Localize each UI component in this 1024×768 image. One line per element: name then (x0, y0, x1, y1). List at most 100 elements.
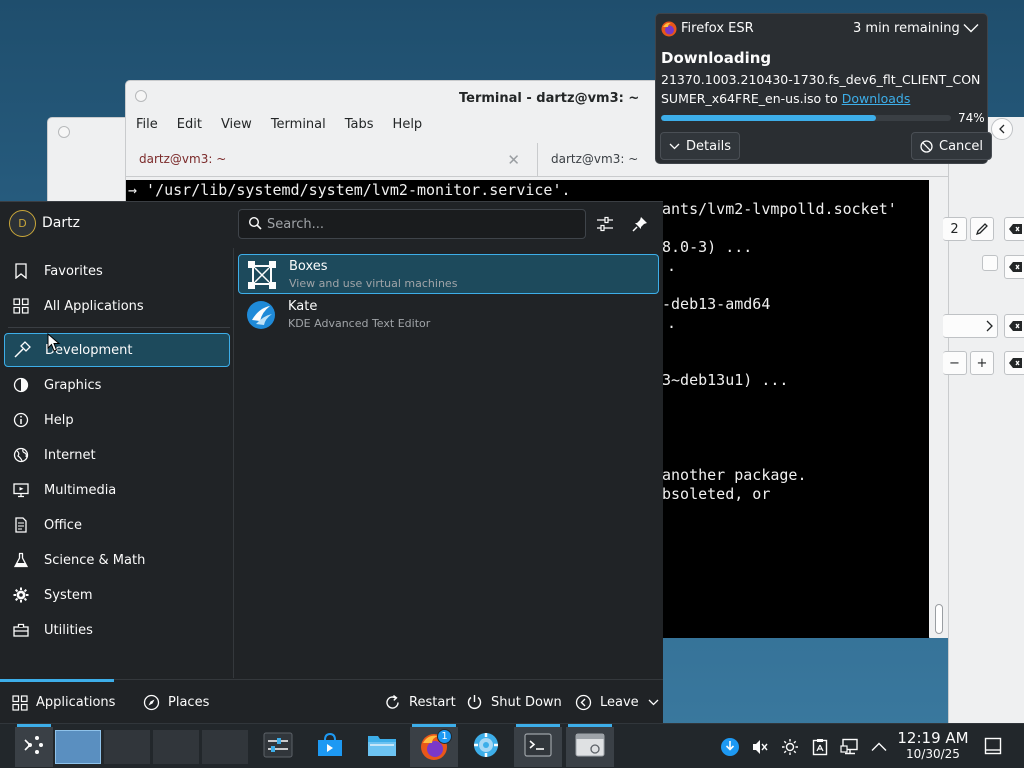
category-utilities[interactable]: Utilities (4, 613, 230, 647)
task-terminal[interactable] (514, 724, 562, 767)
downloads-link[interactable]: Downloads (842, 91, 911, 106)
menu-file[interactable]: File (126, 117, 167, 139)
terminal-scrollbar[interactable] (930, 180, 948, 638)
checkbox[interactable] (982, 255, 998, 271)
menu-tabs[interactable]: Tabs (335, 117, 383, 139)
settings-window[interactable]: 2 − + (943, 117, 1024, 723)
app-description: View and use virtual machines (289, 277, 458, 290)
category-internet[interactable]: Internet (4, 438, 230, 472)
pin-icon[interactable] (628, 212, 652, 236)
category-label: Help (44, 412, 74, 428)
task-system-settings[interactable] (466, 727, 506, 767)
category-label: All Applications (44, 298, 144, 314)
category-system[interactable]: System (4, 578, 230, 612)
category-divider (8, 327, 230, 328)
volume-muted-icon[interactable] (749, 736, 771, 758)
category-graphics[interactable]: Graphics (4, 368, 230, 402)
menu-terminal[interactable]: Terminal (261, 117, 335, 139)
shutdown-label: Shut Down (491, 695, 562, 710)
tab-applications[interactable]: Applications (0, 679, 116, 725)
desktop-3[interactable] (153, 730, 199, 764)
configure-icon[interactable] (593, 212, 617, 236)
category-favorites[interactable]: Favorites (4, 254, 230, 288)
task-firefox[interactable]: 1 (410, 724, 458, 767)
system-settings-icon (263, 732, 293, 762)
menu-help[interactable]: Help (383, 117, 432, 139)
mouse-cursor (47, 332, 61, 353)
restart-button[interactable]: Restart (384, 680, 456, 725)
search-input[interactable] (267, 214, 577, 234)
category-office[interactable]: Office (4, 508, 230, 542)
shutdown-button[interactable]: Shut Down (466, 680, 562, 725)
discover-icon (316, 732, 344, 762)
window-menu-button[interactable] (58, 126, 70, 138)
terminal-line: bsoleted, or (662, 485, 771, 503)
clear-icon[interactable] (1004, 217, 1024, 241)
menu-edit[interactable]: Edit (167, 117, 211, 139)
updates-icon[interactable] (719, 736, 741, 758)
details-button[interactable]: Details (660, 132, 741, 160)
clipboard-icon[interactable] (809, 736, 831, 758)
pencil-icon[interactable] (970, 217, 994, 241)
cancel-button[interactable]: Cancel (911, 132, 993, 160)
terminal-line: 8.0-3) ... (662, 238, 753, 256)
download-notification[interactable]: Firefox ESR 3 min remaining Downloading … (655, 13, 993, 164)
user-name: Dartz (42, 215, 80, 231)
clear-icon[interactable] (1004, 314, 1024, 338)
avatar[interactable]: D (9, 210, 36, 237)
category-label: Internet (44, 447, 96, 463)
close-tab-icon[interactable]: ✕ (507, 151, 520, 169)
task-window[interactable] (566, 724, 614, 767)
terminal-tab-1[interactable]: dartz@vm3: ~ ✕ (126, 143, 536, 177)
decrement-button[interactable]: − (943, 351, 967, 375)
cancel-label: Cancel (939, 138, 984, 154)
desktop-4[interactable] (202, 730, 248, 764)
taskbar: 1 12:19 AM 10/30/25 (0, 723, 1024, 768)
menu-view[interactable]: View (211, 117, 261, 139)
desktop-1[interactable] (55, 730, 101, 764)
task-discover[interactable] (310, 727, 350, 767)
app-boxes[interactable]: Boxes View and use virtual machines (238, 254, 659, 294)
notification-badge: 1 (437, 729, 452, 744)
scrollbar-thumb[interactable] (935, 604, 943, 634)
category-label: Favorites (44, 263, 103, 279)
number-field[interactable]: 2 (943, 217, 967, 241)
folder-icon (367, 733, 397, 761)
desktop-2[interactable] (104, 730, 150, 764)
task-settings-app[interactable] (258, 727, 298, 767)
category-help[interactable]: Help (4, 403, 230, 437)
leave-icon (575, 694, 592, 711)
clear-icon[interactable] (1004, 255, 1024, 279)
clock[interactable]: 12:19 AM 10/30/25 (895, 730, 971, 762)
brightness-icon[interactable] (779, 736, 801, 758)
tab-label: dartz@vm3: ~ (551, 152, 639, 166)
increment-button[interactable]: + (970, 351, 994, 375)
launcher-footer: Applications Places Restart Shut Down Le… (0, 679, 663, 724)
task-dolphin[interactable] (362, 727, 402, 767)
terminal-menubar: File Edit View Terminal Tabs Help (126, 117, 431, 139)
category-science-math[interactable]: Science & Math (4, 543, 230, 577)
tab-label: Applications (36, 695, 116, 710)
chevron-up-icon[interactable] (868, 736, 890, 758)
tab-places[interactable]: Places (143, 680, 209, 725)
tab-label: dartz@vm3: ~ (139, 152, 227, 166)
clear-icon[interactable] (1004, 351, 1024, 375)
category-multimedia[interactable]: Multimedia (4, 473, 230, 507)
cancel-icon (920, 139, 933, 153)
category-all-applications[interactable]: All Applications (4, 289, 230, 323)
bookmark-icon (12, 262, 30, 280)
help-icon[interactable] (991, 118, 1013, 140)
show-desktop-icon[interactable] (982, 735, 1004, 757)
app-kate[interactable]: Kate KDE Advanced Text Editor (238, 295, 659, 335)
launcher-button[interactable] (15, 724, 53, 767)
category-development[interactable]: Development (4, 333, 230, 367)
search-icon (248, 216, 262, 234)
restart-icon (384, 694, 401, 711)
category-label: Graphics (44, 377, 102, 393)
search-box[interactable] (238, 209, 586, 239)
leave-button[interactable]: Leave (575, 680, 667, 725)
network-icon[interactable] (839, 736, 861, 758)
chevron-right-icon[interactable] (943, 314, 998, 338)
window-menu-button[interactable] (135, 90, 147, 102)
chevron-down-icon[interactable] (963, 22, 979, 37)
